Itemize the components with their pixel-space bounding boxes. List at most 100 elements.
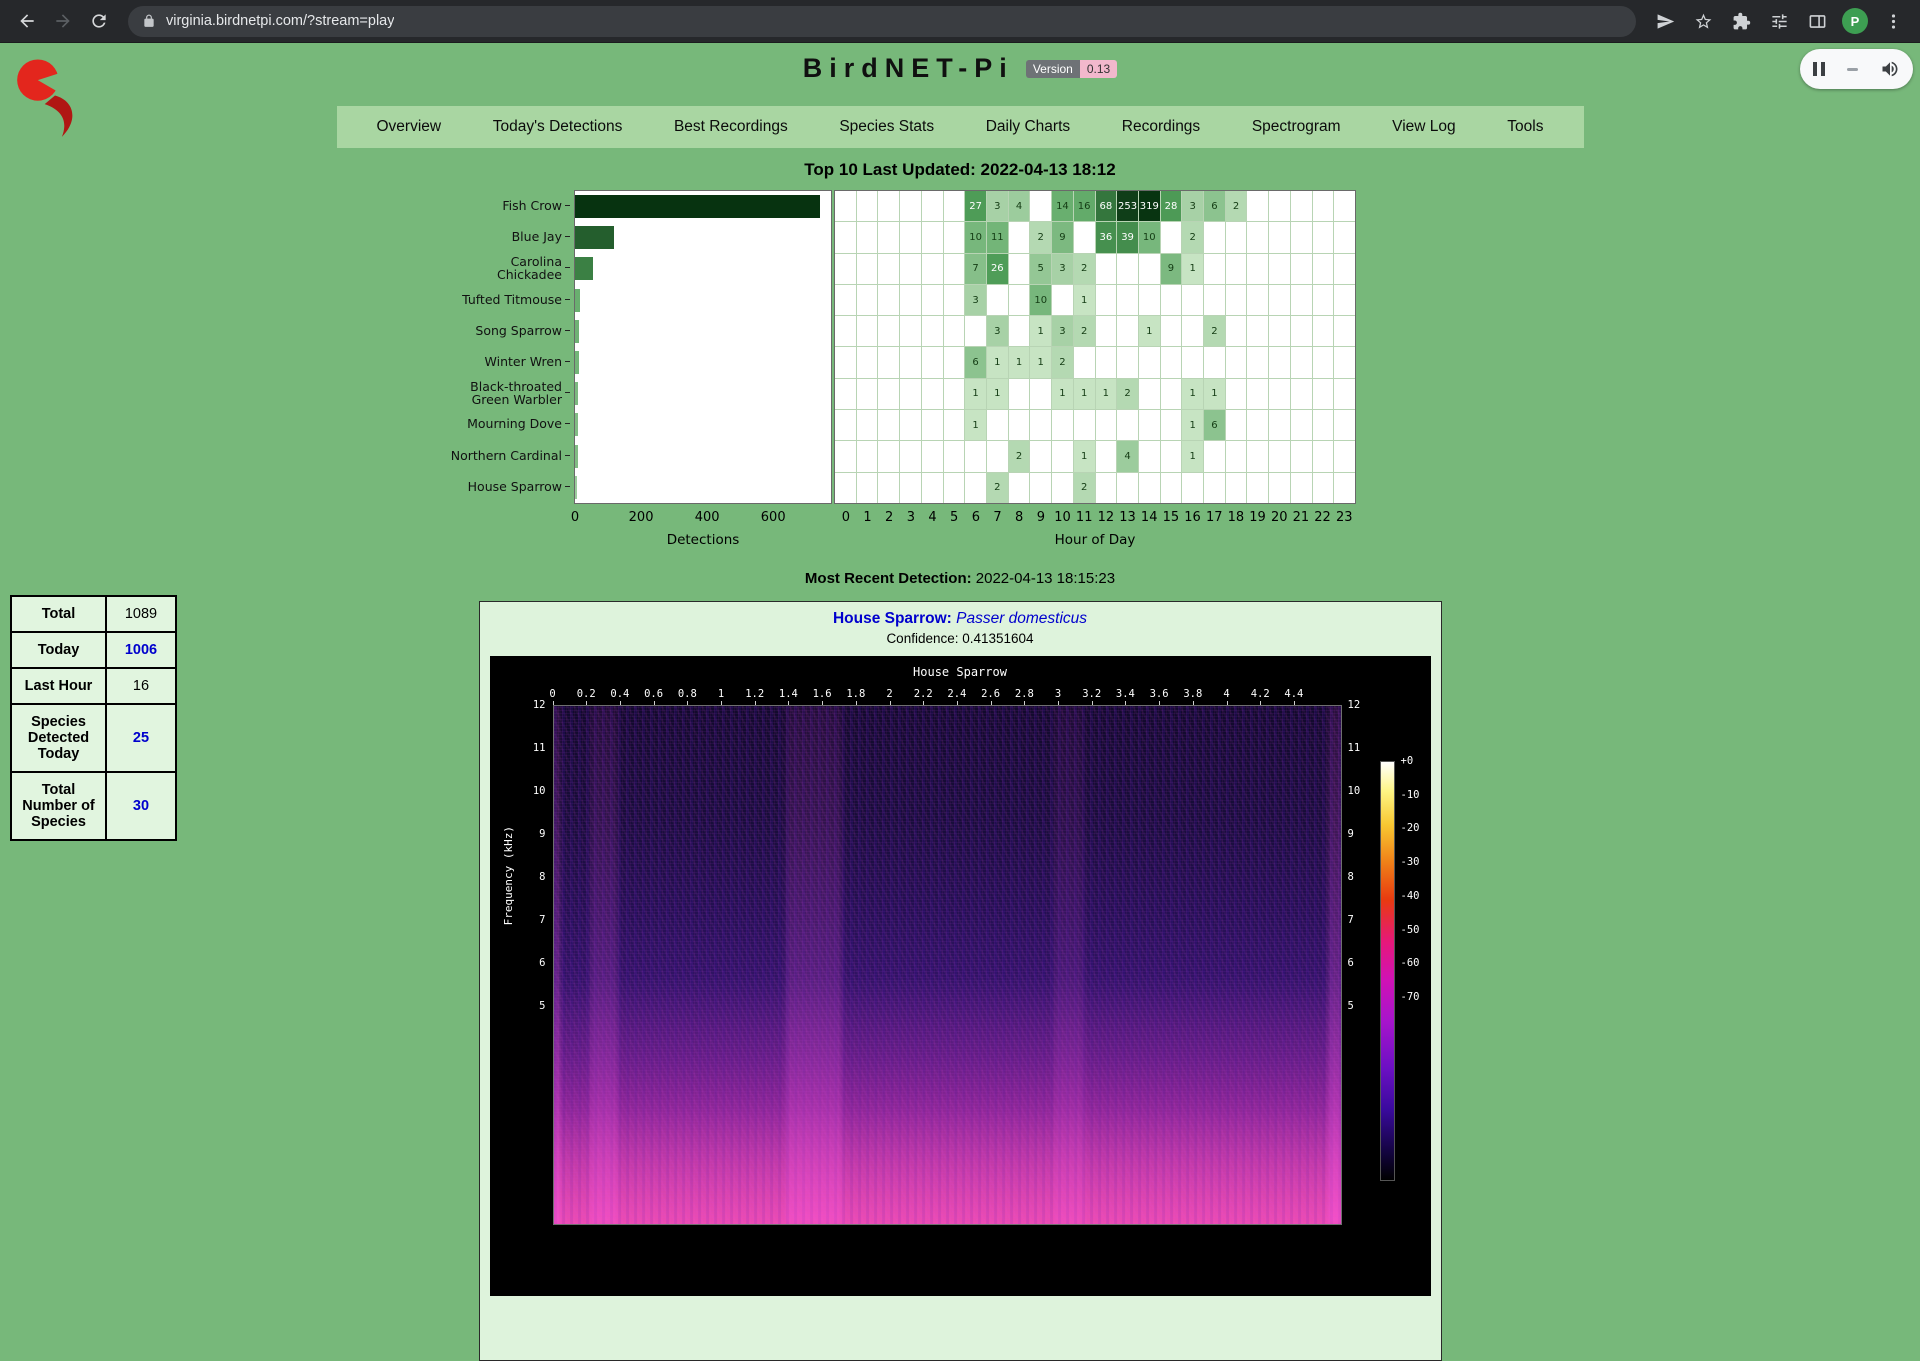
heatmap-cell bbox=[878, 473, 899, 503]
detections-bar-chart bbox=[574, 190, 832, 504]
nav-item-recordings[interactable]: Recordings bbox=[1122, 118, 1200, 136]
heatmap-cell bbox=[1052, 473, 1073, 503]
spectrogram-x-tick: 1 bbox=[718, 688, 724, 700]
detection-species-link[interactable]: House Sparrow: bbox=[833, 610, 952, 627]
nav-item-species-stats[interactable]: Species Stats bbox=[839, 118, 934, 136]
heatmap-cell bbox=[1074, 222, 1095, 252]
heatmap-cell: 2 bbox=[1074, 316, 1095, 346]
nav-item-best-recordings[interactable]: Best Recordings bbox=[674, 118, 788, 136]
side-panel-button[interactable] bbox=[1800, 4, 1834, 38]
heatmap-cell bbox=[1291, 379, 1312, 409]
spectrogram-x-tick: 1.2 bbox=[745, 688, 764, 700]
bookmark-button[interactable] bbox=[1686, 4, 1720, 38]
nav-item-daily-charts[interactable]: Daily Charts bbox=[986, 118, 1070, 136]
back-button[interactable] bbox=[10, 4, 44, 38]
heatmap-cell bbox=[1291, 222, 1312, 252]
heatmap-cell bbox=[1334, 410, 1355, 440]
heatmap-cell: 2 bbox=[1117, 379, 1138, 409]
hour-tick: 11 bbox=[1076, 510, 1093, 525]
detections-bar bbox=[575, 257, 593, 280]
stats-value[interactable]: 1006 bbox=[106, 632, 176, 668]
bar-x-tick: 600 bbox=[761, 510, 786, 525]
reload-icon bbox=[89, 11, 109, 31]
heatmap-cell: 319 bbox=[1139, 191, 1160, 221]
spectrogram-colorbar bbox=[1380, 761, 1395, 1181]
heatmap-cell bbox=[1161, 410, 1182, 440]
heatmap-cell bbox=[1117, 473, 1138, 503]
menu-button[interactable] bbox=[1876, 4, 1910, 38]
detections-bar-row bbox=[575, 378, 831, 409]
heatmap-cell: 2 bbox=[1074, 473, 1095, 503]
address-bar[interactable]: virginia.birdnetpi.com/?stream=play bbox=[128, 6, 1636, 37]
heatmap-cell bbox=[1226, 441, 1247, 471]
profile-avatar[interactable]: P bbox=[1842, 8, 1868, 34]
heatmap-cell bbox=[1334, 441, 1355, 471]
pause-icon[interactable] bbox=[1813, 62, 1825, 76]
heatmap-cell: 9 bbox=[1052, 222, 1073, 252]
forward-button[interactable] bbox=[46, 4, 80, 38]
heatmap-cell bbox=[900, 316, 921, 346]
heatmap-cell bbox=[1269, 347, 1290, 377]
heatmap-cell bbox=[922, 254, 943, 284]
heatmap-cell bbox=[900, 254, 921, 284]
colorbar-tick: -50 bbox=[1401, 924, 1420, 936]
stats-value[interactable]: 30 bbox=[106, 772, 176, 840]
heatmap-cell bbox=[1334, 254, 1355, 284]
spectrogram-y-tick: 5 bbox=[520, 1000, 546, 1012]
stats-value[interactable]: 25 bbox=[106, 704, 176, 772]
heatmap-cell bbox=[1269, 316, 1290, 346]
heatmap-cell bbox=[1226, 316, 1247, 346]
heatmap-cell: 1 bbox=[1074, 441, 1095, 471]
spectrogram-y-tick: 7 bbox=[1348, 914, 1354, 926]
birdnet-logo bbox=[12, 53, 98, 145]
heatmap-cell bbox=[900, 473, 921, 503]
nav-item-today-s-detections[interactable]: Today's Detections bbox=[493, 118, 623, 136]
heatmap-cell: 11 bbox=[987, 222, 1008, 252]
heatmap-cell: 1 bbox=[1204, 379, 1225, 409]
spectrogram-x-tickmark bbox=[890, 701, 891, 705]
spectrogram: House Sparrow Frequency (kHz) 00.20.40.6… bbox=[490, 656, 1431, 1296]
most-recent-detection: Most Recent Detection: 2022-04-13 18:15:… bbox=[0, 570, 1920, 587]
heatmap-cell bbox=[1182, 347, 1203, 377]
heatmap-cell bbox=[1269, 285, 1290, 315]
send-extension-button[interactable] bbox=[1648, 4, 1682, 38]
stats-value: 16 bbox=[106, 668, 176, 704]
spectrogram-y-tick: 12 bbox=[1348, 699, 1361, 711]
nav-item-tools[interactable]: Tools bbox=[1507, 118, 1543, 136]
heatmap-cell bbox=[1334, 222, 1355, 252]
version-badge: Version 0.13 bbox=[1026, 60, 1117, 78]
heatmap-cell bbox=[857, 347, 878, 377]
heatmap-cell bbox=[1247, 191, 1268, 221]
spectrogram-y-tick: 9 bbox=[1348, 828, 1354, 840]
spectrogram-x-tick: 0 bbox=[549, 688, 555, 700]
detection-title: House Sparrow: Passer domesticus bbox=[480, 610, 1441, 628]
detections-bar-row bbox=[575, 316, 831, 347]
heatmap-cell: 6 bbox=[965, 347, 986, 377]
heatmap-cell bbox=[835, 410, 856, 440]
heatmap-cell bbox=[1139, 379, 1160, 409]
stats-value: 1089 bbox=[106, 596, 176, 632]
seek-dash-icon[interactable] bbox=[1847, 68, 1858, 71]
spectrogram-x-tick: 3.2 bbox=[1082, 688, 1101, 700]
spectrogram-x-tickmark bbox=[991, 701, 992, 705]
hour-tick: 6 bbox=[972, 510, 980, 525]
heatmap-cell bbox=[1247, 222, 1268, 252]
heatmap-cell: 4 bbox=[1009, 191, 1030, 221]
heatmap-cell: 3 bbox=[987, 316, 1008, 346]
heatmap-cell bbox=[1313, 441, 1334, 471]
detection-sci-name-link[interactable]: Passer domesticus bbox=[956, 610, 1087, 627]
tune-button[interactable] bbox=[1762, 4, 1796, 38]
heatmap-cell: 1 bbox=[1139, 316, 1160, 346]
reload-button[interactable] bbox=[82, 4, 116, 38]
species-label: Winter Wren bbox=[420, 346, 570, 377]
nav-item-spectrogram[interactable]: Spectrogram bbox=[1252, 118, 1341, 136]
spectrogram-streak bbox=[1328, 706, 1342, 1224]
extensions-button[interactable] bbox=[1724, 4, 1758, 38]
heatmap-cell: 10 bbox=[1030, 285, 1051, 315]
nav-item-overview[interactable]: Overview bbox=[377, 118, 442, 136]
heatmap-cell bbox=[1313, 347, 1334, 377]
heatmap-cell bbox=[1139, 347, 1160, 377]
volume-icon[interactable] bbox=[1880, 59, 1900, 79]
nav-item-view-log[interactable]: View Log bbox=[1392, 118, 1455, 136]
heatmap-cell bbox=[1161, 316, 1182, 346]
